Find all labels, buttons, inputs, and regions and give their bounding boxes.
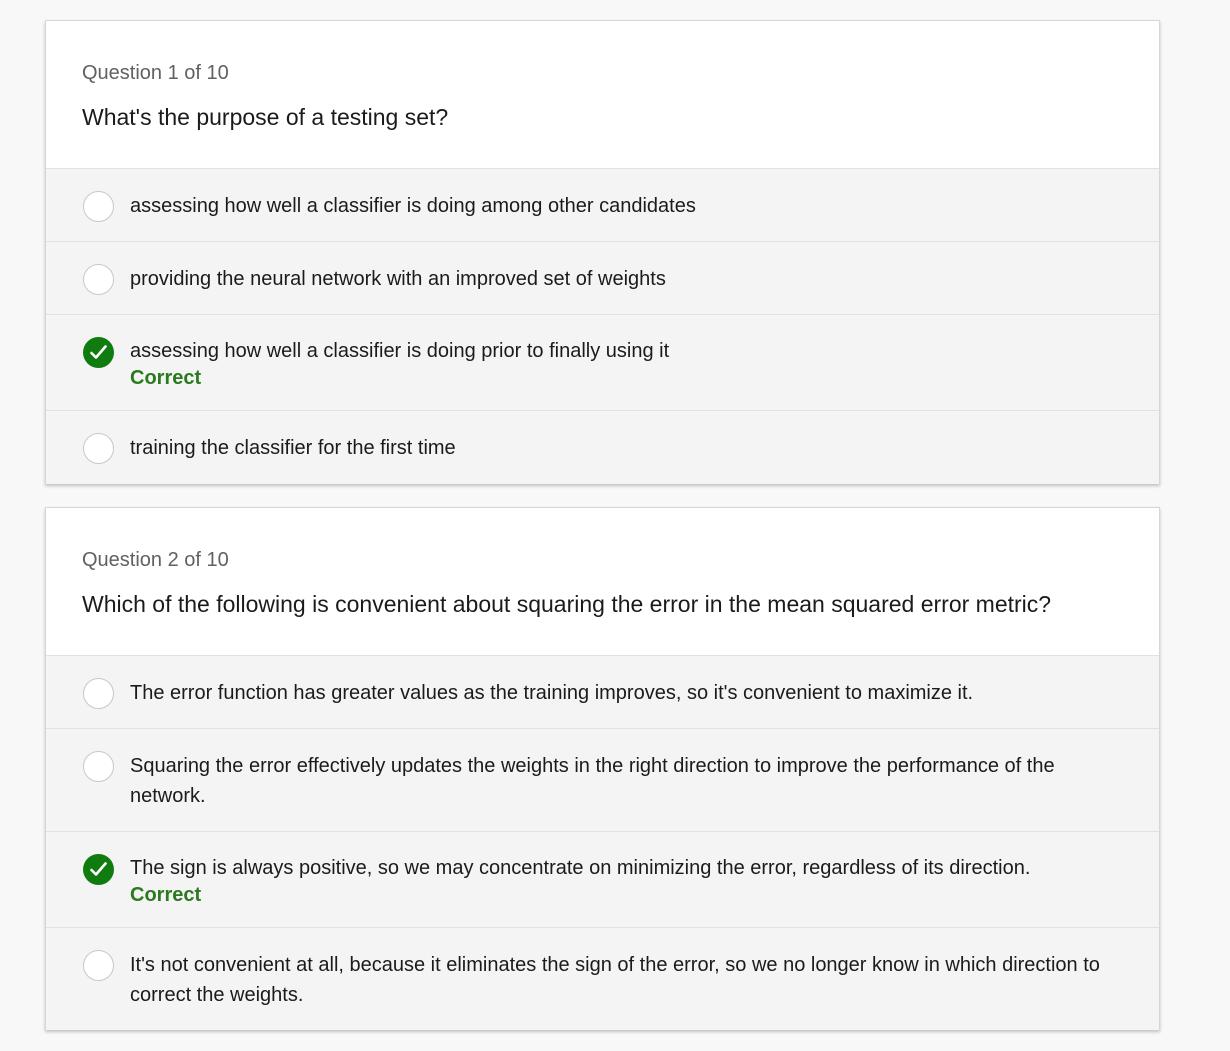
- option-label: assessing how well a classifier is doing…: [130, 340, 670, 362]
- answer-option-1[interactable]: The error function has greater values as…: [46, 656, 1159, 729]
- answer-option-3[interactable]: assessing how well a classifier is doing…: [46, 315, 1159, 411]
- option-label: The sign is always positive, so we may c…: [130, 857, 1031, 879]
- question-counter: Question 2 of 10: [82, 549, 229, 571]
- answer-option-2[interactable]: providing the neural network with an imp…: [46, 242, 1159, 315]
- feedback-correct: Correct: [130, 884, 202, 906]
- question-text: What's the purpose of a testing set?: [82, 104, 449, 130]
- radio-circle-icon[interactable]: [83, 433, 114, 464]
- checkmark-circle-icon[interactable]: [83, 337, 114, 368]
- question-header: Question 1 of 10 What's the purpose of a…: [46, 21, 1159, 169]
- option-label: providing the neural network with an imp…: [130, 268, 666, 290]
- radio-circle-icon[interactable]: [83, 264, 114, 295]
- question-card-1: Question 1 of 10 What's the purpose of a…: [45, 20, 1160, 484]
- answer-option-1[interactable]: assessing how well a classifier is doing…: [46, 169, 1159, 242]
- option-label: assessing how well a classifier is doing…: [130, 195, 696, 217]
- question-counter: Question 1 of 10: [82, 62, 229, 84]
- option-label: training the classifier for the first ti…: [130, 437, 456, 459]
- answer-option-3[interactable]: The sign is always positive, so we may c…: [46, 832, 1159, 928]
- answer-option-2[interactable]: Squaring the error effectively updates t…: [46, 729, 1159, 832]
- answer-option-4[interactable]: training the classifier for the first ti…: [46, 411, 1159, 484]
- radio-circle-icon[interactable]: [83, 751, 114, 782]
- option-label: Squaring the error effectively updates t…: [130, 755, 1055, 807]
- radio-circle-icon[interactable]: [83, 678, 114, 709]
- answer-option-4[interactable]: It's not convenient at all, because it e…: [46, 928, 1159, 1030]
- checkmark-circle-icon[interactable]: [83, 854, 114, 885]
- question-card-2: Question 2 of 10 Which of the following …: [45, 507, 1160, 1030]
- question-header: Question 2 of 10 Which of the following …: [46, 508, 1159, 656]
- question-text: Which of the following is convenient abo…: [82, 591, 1052, 617]
- option-label: The error function has greater values as…: [130, 682, 974, 704]
- radio-circle-icon[interactable]: [83, 950, 114, 981]
- radio-circle-icon[interactable]: [83, 191, 114, 222]
- feedback-correct: Correct: [130, 367, 202, 389]
- option-label: It's not convenient at all, because it e…: [130, 954, 1100, 1006]
